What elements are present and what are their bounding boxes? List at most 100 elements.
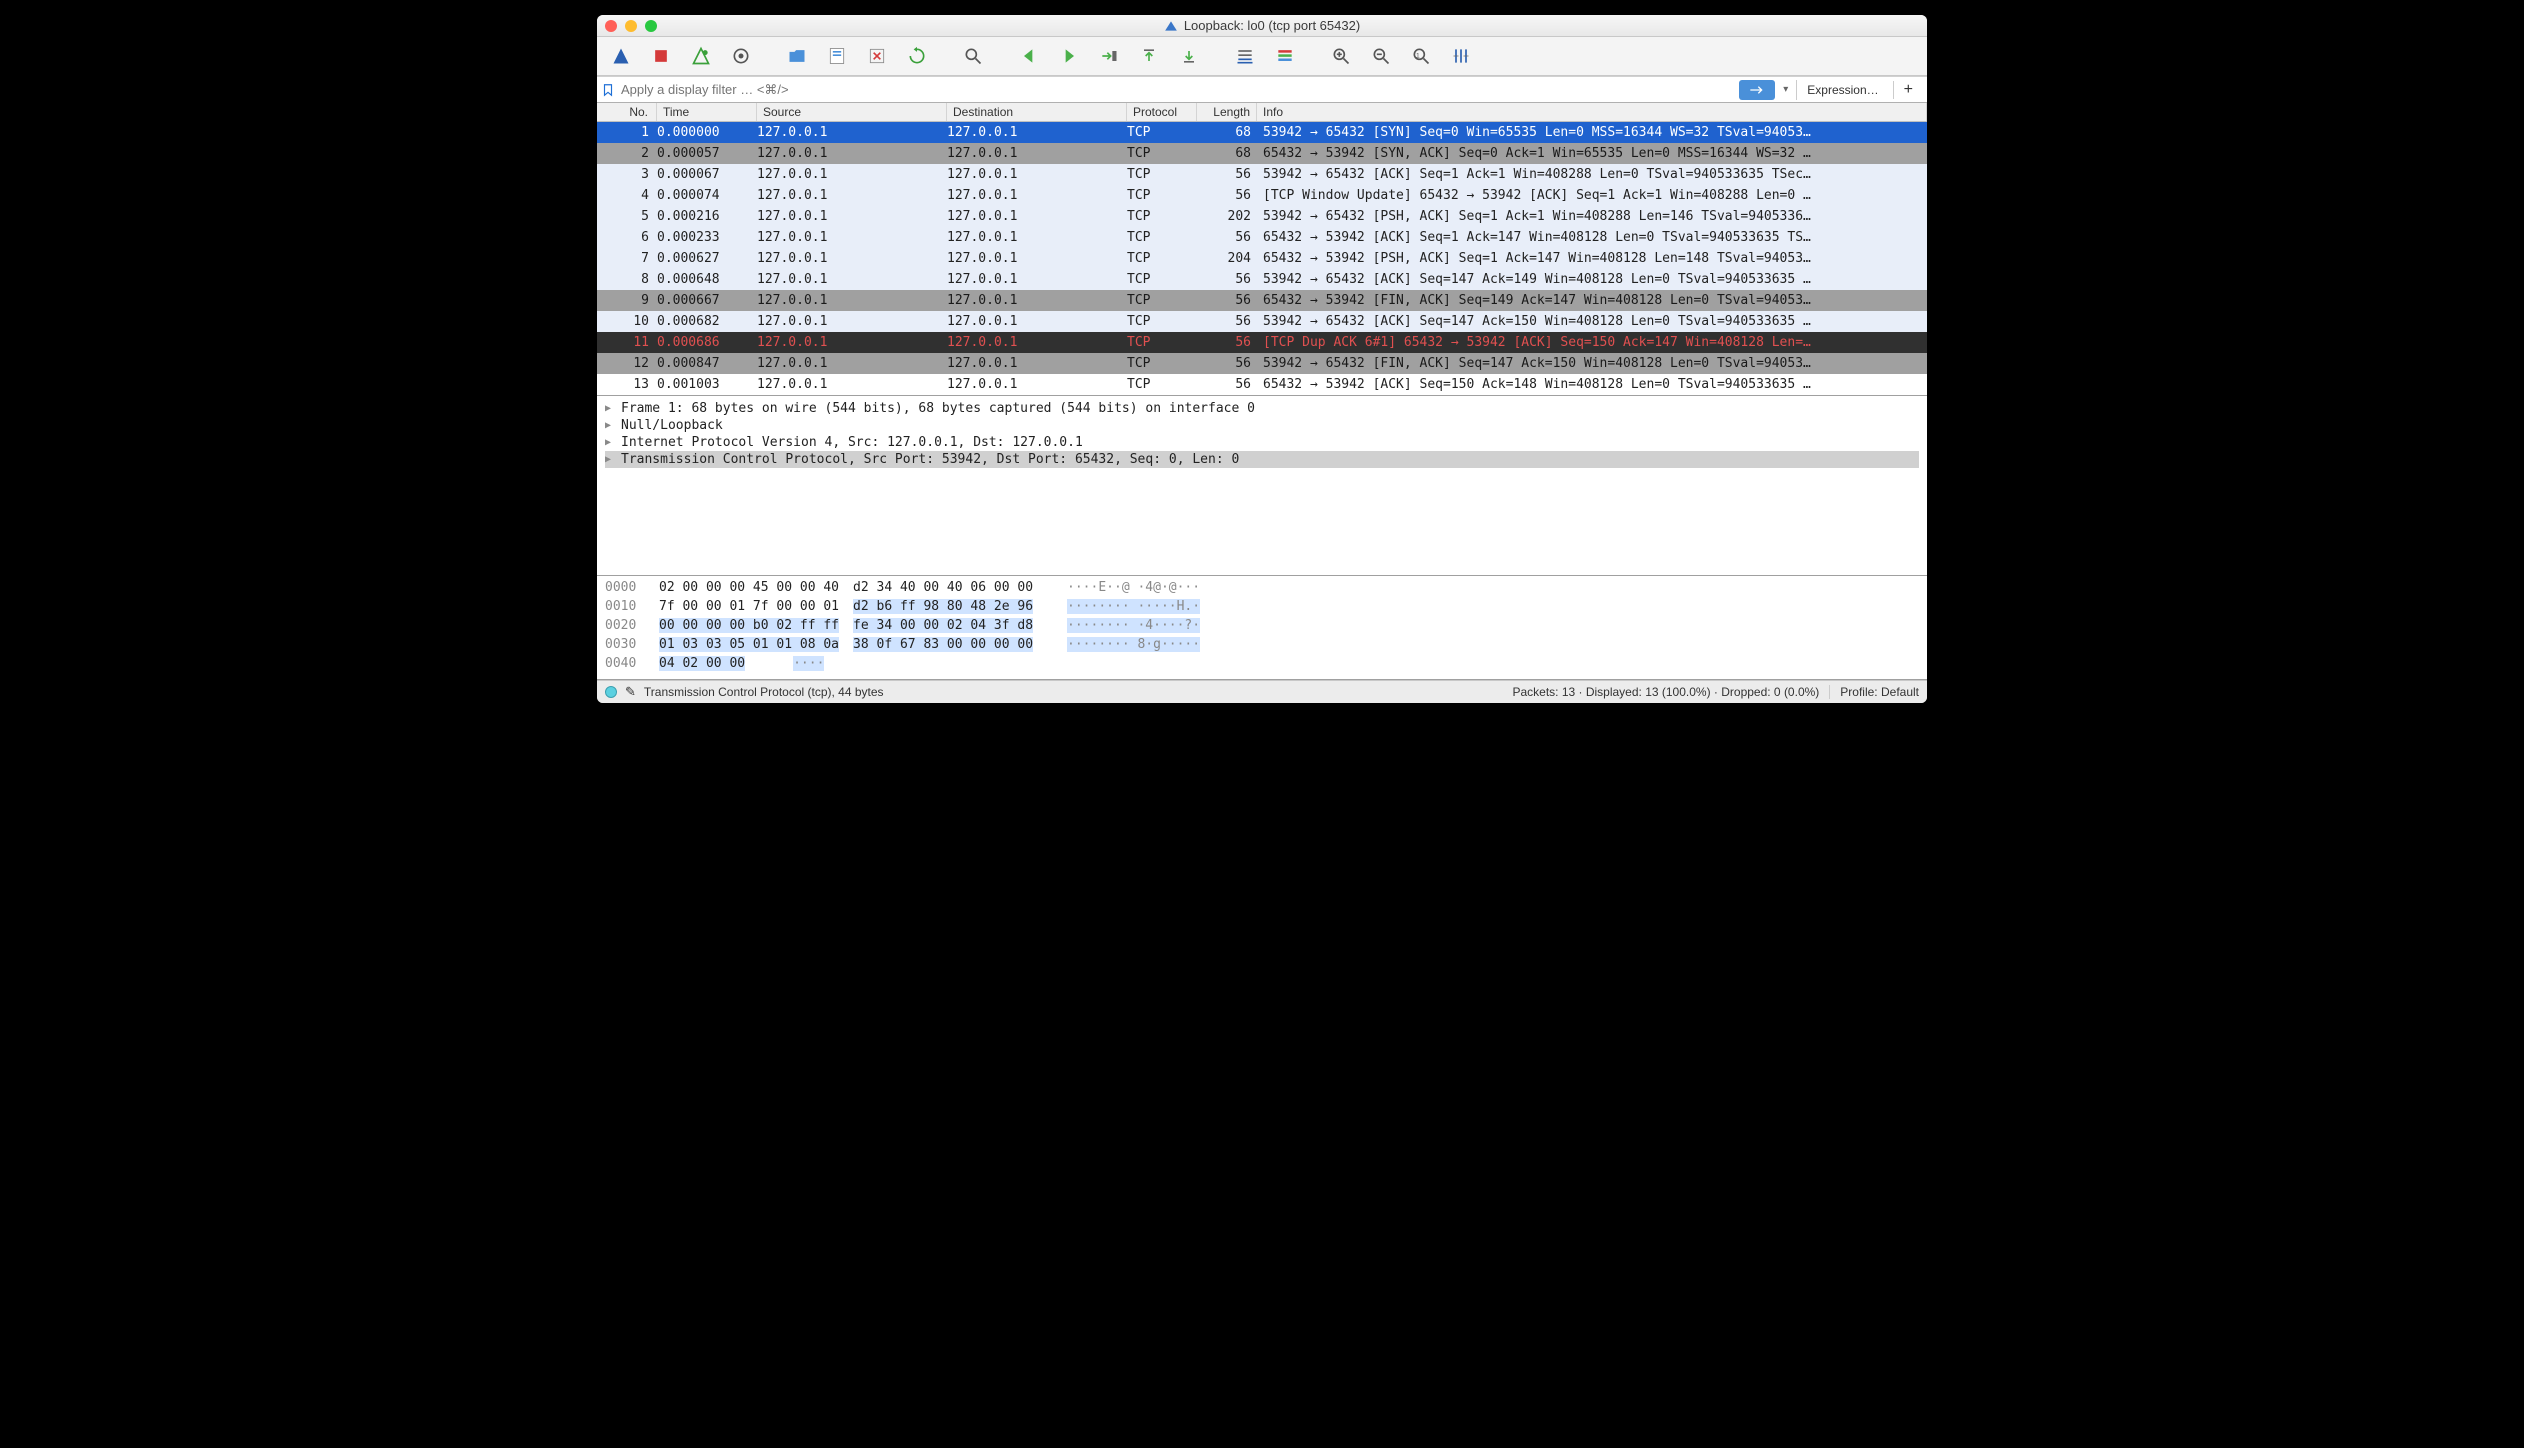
packet-row[interactable]: 60.000233127.0.0.1127.0.0.1TCP5665432 → …	[597, 227, 1927, 248]
col-header-destination[interactable]: Destination	[947, 103, 1127, 121]
zoom-in-button[interactable]	[1323, 41, 1359, 71]
expand-icon[interactable]: ▶	[605, 420, 615, 431]
expression-button[interactable]: Expression…	[1796, 80, 1888, 100]
expand-icon[interactable]: ▶	[605, 403, 615, 414]
packet-cell-src: 127.0.0.1	[757, 143, 947, 164]
packet-cell-dst: 127.0.0.1	[947, 353, 1127, 374]
status-profile[interactable]: Profile: Default	[1829, 685, 1919, 699]
packet-row[interactable]: 120.000847127.0.0.1127.0.0.1TCP5653942 →…	[597, 353, 1927, 374]
byte-offset: 0010	[605, 599, 645, 618]
proto-tree-row[interactable]: ▶Transmission Control Protocol, Src Port…	[605, 451, 1919, 468]
window-controls	[605, 20, 657, 32]
filter-dropdown-icon[interactable]: ▾	[1779, 84, 1792, 95]
colorize-button[interactable]	[1267, 41, 1303, 71]
packet-cell-info: 53942 → 65432 [ACK] Seq=1 Ack=1 Win=4082…	[1257, 164, 1927, 185]
packet-row[interactable]: 20.000057127.0.0.1127.0.0.1TCP6865432 → …	[597, 143, 1927, 164]
packet-cell-proto: TCP	[1127, 374, 1197, 395]
go-back-button[interactable]	[1011, 41, 1047, 71]
expand-icon[interactable]: ▶	[605, 437, 615, 448]
packet-row[interactable]: 130.001003127.0.0.1127.0.0.1TCP5665432 →…	[597, 374, 1927, 395]
packet-cell-len: 56	[1197, 353, 1257, 374]
byte-offset: 0000	[605, 580, 645, 599]
packet-cell-dst: 127.0.0.1	[947, 374, 1127, 395]
bytes-row[interactable]: 000002 00 00 00 45 00 00 40d2 34 40 00 4…	[605, 580, 1919, 599]
col-header-length[interactable]: Length	[1197, 103, 1257, 121]
packet-cell-len: 56	[1197, 227, 1257, 248]
packet-cell-proto: TCP	[1127, 332, 1197, 353]
proto-tree-row[interactable]: ▶Internet Protocol Version 4, Src: 127.0…	[605, 434, 1919, 451]
close-window-button[interactable]	[605, 20, 617, 32]
proto-tree-row[interactable]: ▶Frame 1: 68 bytes on wire (544 bits), 6…	[605, 400, 1919, 417]
packet-row[interactable]: 90.000667127.0.0.1127.0.0.1TCP5665432 → …	[597, 290, 1927, 311]
packet-cell-len: 68	[1197, 143, 1257, 164]
save-file-button[interactable]	[819, 41, 855, 71]
col-header-no[interactable]: No.	[597, 103, 657, 121]
packet-cell-src: 127.0.0.1	[757, 332, 947, 353]
stop-capture-button[interactable]	[643, 41, 679, 71]
packet-row[interactable]: 100.000682127.0.0.1127.0.0.1TCP5653942 →…	[597, 311, 1927, 332]
zoom-out-button[interactable]	[1363, 41, 1399, 71]
bookmark-icon[interactable]	[601, 83, 615, 97]
packet-cell-len: 56	[1197, 374, 1257, 395]
packet-details-pane[interactable]: ▶Frame 1: 68 bytes on wire (544 bits), 6…	[597, 396, 1927, 576]
auto-scroll-button[interactable]	[1227, 41, 1263, 71]
packet-cell-info: 65432 → 53942 [FIN, ACK] Seq=149 Ack=147…	[1257, 290, 1927, 311]
packet-row[interactable]: 80.000648127.0.0.1127.0.0.1TCP5653942 → …	[597, 269, 1927, 290]
restart-capture-button[interactable]	[683, 41, 719, 71]
close-file-button[interactable]	[859, 41, 895, 71]
col-header-source[interactable]: Source	[757, 103, 947, 121]
display-filter-input[interactable]	[619, 79, 1735, 100]
resize-columns-button[interactable]	[1443, 41, 1479, 71]
bytes-row[interactable]: 002000 00 00 00 b0 02 ff fffe 34 00 00 0…	[605, 618, 1919, 637]
bytes-row[interactable]: 004004 02 00 00····	[605, 656, 1919, 675]
open-file-button[interactable]	[779, 41, 815, 71]
add-filter-button[interactable]: +	[1893, 81, 1923, 99]
byte-ascii: ········ ·····H.·	[1067, 599, 1200, 618]
packet-row[interactable]: 50.000216127.0.0.1127.0.0.1TCP20253942 →…	[597, 206, 1927, 227]
col-header-protocol[interactable]: Protocol	[1127, 103, 1197, 121]
expand-icon[interactable]: ▶	[605, 454, 615, 465]
packet-row[interactable]: 30.000067127.0.0.1127.0.0.1TCP5653942 → …	[597, 164, 1927, 185]
find-packet-button[interactable]	[955, 41, 991, 71]
packet-cell-len: 202	[1197, 206, 1257, 227]
minimize-window-button[interactable]	[625, 20, 637, 32]
bytes-row[interactable]: 00107f 00 00 01 7f 00 00 01d2 b6 ff 98 8…	[605, 599, 1919, 618]
packet-row[interactable]: 40.000074127.0.0.1127.0.0.1TCP56[TCP Win…	[597, 185, 1927, 206]
col-header-time[interactable]: Time	[657, 103, 757, 121]
col-header-info[interactable]: Info	[1257, 103, 1927, 121]
bytes-row[interactable]: 003001 03 03 05 01 01 08 0a38 0f 67 83 0…	[605, 637, 1919, 656]
packet-row[interactable]: 10.000000127.0.0.1127.0.0.1TCP6853942 → …	[597, 122, 1927, 143]
packet-cell-no: 9	[597, 290, 657, 311]
packet-cell-time: 0.000648	[657, 269, 757, 290]
byte-offset: 0020	[605, 618, 645, 637]
window-title: Loopback: lo0 (tcp port 65432)	[605, 18, 1919, 33]
proto-tree-row[interactable]: ▶Null/Loopback	[605, 417, 1919, 434]
packet-cell-src: 127.0.0.1	[757, 248, 947, 269]
expert-info-button[interactable]	[605, 686, 617, 698]
reload-button[interactable]	[899, 41, 935, 71]
packet-row[interactable]: 70.000627127.0.0.1127.0.0.1TCP20465432 →…	[597, 248, 1927, 269]
packet-row[interactable]: 110.000686127.0.0.1127.0.0.1TCP56[TCP Du…	[597, 332, 1927, 353]
packet-cell-no: 11	[597, 332, 657, 353]
maximize-window-button[interactable]	[645, 20, 657, 32]
packet-cell-info: 65432 → 53942 [ACK] Seq=1 Ack=147 Win=40…	[1257, 227, 1927, 248]
go-to-packet-button[interactable]	[1091, 41, 1127, 71]
apply-filter-button[interactable]	[1739, 80, 1775, 100]
capture-options-button[interactable]	[723, 41, 759, 71]
go-forward-button[interactable]	[1051, 41, 1087, 71]
titlebar: Loopback: lo0 (tcp port 65432)	[597, 15, 1927, 37]
go-to-first-button[interactable]	[1131, 41, 1167, 71]
byte-hex-group: 02 00 00 00 45 00 00 40	[659, 580, 839, 599]
packet-cell-no: 12	[597, 353, 657, 374]
packet-cell-src: 127.0.0.1	[757, 311, 947, 332]
edit-capture-comment-button[interactable]: ✎	[625, 684, 636, 700]
byte-hex-group: 04 02 00 00	[659, 656, 745, 675]
packet-list-header[interactable]: No. Time Source Destination Protocol Len…	[597, 103, 1927, 122]
go-to-last-button[interactable]	[1171, 41, 1207, 71]
zoom-reset-button[interactable]: 1	[1403, 41, 1439, 71]
packet-bytes-pane[interactable]: 000002 00 00 00 45 00 00 40d2 34 40 00 4…	[597, 576, 1927, 680]
packet-list-pane[interactable]: No. Time Source Destination Protocol Len…	[597, 103, 1927, 396]
packet-cell-time: 0.001003	[657, 374, 757, 395]
byte-ascii: ····E··@ ·4@·@···	[1067, 580, 1200, 599]
start-capture-button[interactable]	[603, 41, 639, 71]
